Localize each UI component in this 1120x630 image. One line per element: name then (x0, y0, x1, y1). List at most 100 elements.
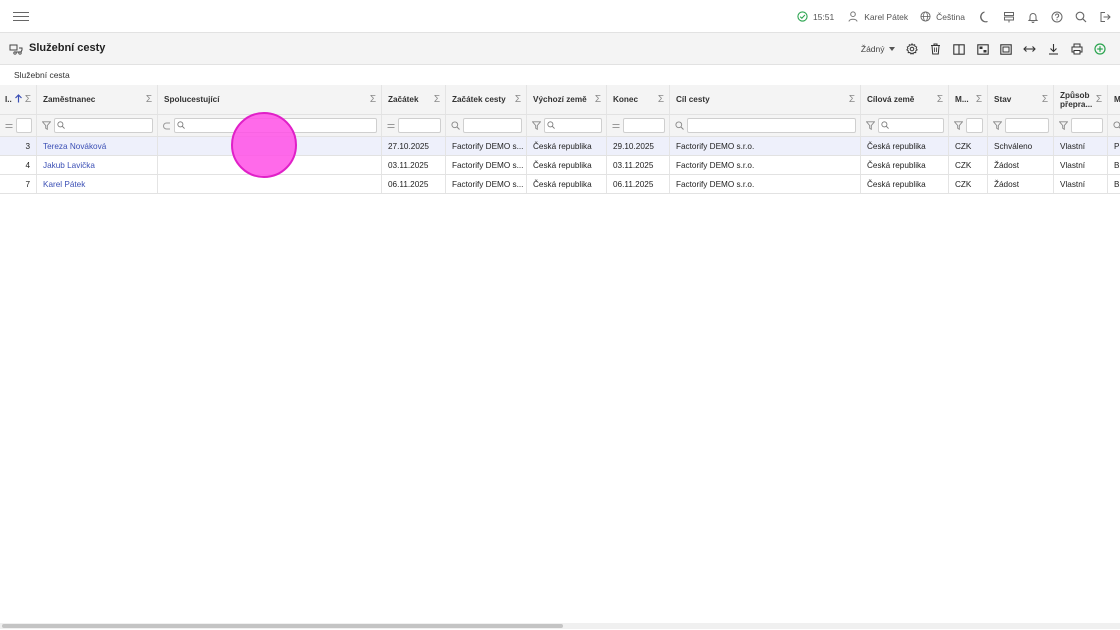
fit-columns-button[interactable] (1018, 33, 1042, 65)
layout-button[interactable] (971, 33, 995, 65)
column-header-employee[interactable]: Zaměstnanec Σ (37, 85, 158, 114)
frame-icon (1000, 43, 1012, 55)
hamburger-menu-icon[interactable] (13, 9, 29, 23)
notifications-button[interactable] (1021, 0, 1045, 33)
filter-funnel-icon[interactable] (42, 121, 51, 130)
column-header-origin_country[interactable]: Výchozí země Σ (527, 85, 607, 114)
sum-icon[interactable]: Σ (25, 94, 31, 105)
section-label: Služební cesta (14, 70, 70, 80)
column-header-end[interactable]: Konec Σ (607, 85, 670, 114)
filter-input-transport[interactable] (1071, 118, 1103, 133)
column-header-transport[interactable]: Způsob přepra... Σ (1054, 85, 1108, 114)
cell-start: 03.11.2025 (382, 156, 446, 174)
sum-icon[interactable]: Σ (595, 94, 601, 105)
sum-icon[interactable]: Σ (658, 94, 664, 105)
filter-cell-status (988, 115, 1054, 136)
filter-funnel-icon[interactable] (532, 121, 541, 130)
topbar-right: 15:51 Karel Pátek Čeština (797, 0, 1120, 33)
filter-input-id[interactable] (16, 118, 32, 133)
column-header-trip_start[interactable]: Začátek cesty Σ (446, 85, 527, 114)
filter-funnel-icon[interactable] (1059, 121, 1068, 130)
filter-input-trip_start[interactable] (463, 118, 522, 133)
print-button[interactable] (1065, 33, 1089, 65)
filter-funnel-icon[interactable] (866, 121, 875, 130)
column-header-id[interactable]: I.. Σ (0, 85, 37, 114)
sum-icon[interactable]: Σ (849, 94, 855, 105)
cell-status: Schváleno (988, 137, 1054, 155)
user-menu[interactable]: Karel Pátek (848, 0, 908, 33)
cell-employee[interactable]: Tereza Nováková (37, 137, 158, 155)
cell-employee[interactable]: Jakub Lavička (37, 156, 158, 174)
delete-button[interactable] (924, 33, 948, 65)
scrollbar-thumb[interactable] (2, 624, 563, 628)
cell-trip_start: Factorify DEMO s... (446, 156, 527, 174)
sum-icon[interactable]: Σ (1042, 94, 1048, 105)
filter-input-employee[interactable] (54, 118, 153, 133)
cell-end: 03.11.2025 (607, 156, 670, 174)
cell-destination: Factorify DEMO s.r.o. (670, 137, 861, 155)
filter-subset-icon[interactable] (163, 122, 171, 130)
filter-input-currency[interactable] (966, 118, 983, 133)
filter-input-destination[interactable] (687, 118, 856, 133)
sum-icon[interactable]: Σ (370, 94, 376, 105)
cell-extra: Br (1108, 175, 1120, 193)
cell-origin_country: Česká republika (527, 156, 607, 174)
sum-icon[interactable]: Σ (434, 94, 440, 105)
tasks-button[interactable] (997, 0, 1021, 33)
column-header-status[interactable]: Stav Σ (988, 85, 1054, 114)
split-view-button[interactable] (948, 33, 972, 65)
help-button[interactable] (1045, 0, 1069, 33)
logout-button[interactable] (1093, 0, 1117, 33)
filter-eq-icon[interactable] (5, 123, 13, 129)
cell-employee[interactable]: Karel Pátek (37, 175, 158, 193)
filter-input-wrap (54, 118, 157, 133)
column-header-destination_country[interactable]: Cílová země Σ (861, 85, 949, 114)
click-indicator (231, 112, 297, 178)
filter-search-icon[interactable] (451, 121, 460, 130)
sum-icon[interactable]: Σ (146, 94, 152, 105)
cell-end: 06.11.2025 (607, 175, 670, 193)
filter-funnel-icon[interactable] (993, 121, 1002, 130)
fullscreen-button[interactable] (995, 33, 1019, 65)
preset-select[interactable]: Žádný (861, 44, 895, 54)
sum-icon[interactable]: Σ (976, 94, 982, 105)
filter-search-icon[interactable] (675, 121, 684, 130)
plus-circle-icon (1094, 43, 1106, 55)
sum-icon[interactable]: Σ (937, 94, 943, 105)
horizontal-scrollbar[interactable] (0, 623, 1120, 629)
filter-eq-icon[interactable] (612, 123, 620, 129)
cell-transport: Vlastní (1054, 175, 1108, 193)
sum-icon[interactable]: Σ (515, 94, 521, 105)
filter-funnel-icon[interactable] (954, 121, 963, 130)
column-header-start[interactable]: Začátek Σ (382, 85, 446, 114)
column-header-extra[interactable]: M (1108, 85, 1120, 114)
filter-cell-employee (37, 115, 158, 136)
sum-icon[interactable]: Σ (1096, 94, 1102, 105)
column-header-currency[interactable]: M... Σ (949, 85, 988, 114)
table-row[interactable]: 3 Tereza Nováková 27.10.2025 Factorify DEMO… (0, 137, 1120, 156)
filter-search-icon[interactable] (1113, 121, 1120, 130)
column-header-destination[interactable]: Cíl cesty Σ (670, 85, 861, 114)
filter-eq-icon[interactable] (387, 123, 395, 129)
sort-ascending-icon[interactable] (14, 94, 23, 105)
add-button[interactable] (1089, 33, 1113, 65)
search-icon (177, 121, 185, 131)
table-row[interactable]: 4 Jakub Lavička 03.11.2025 Factorify DEMO s… (0, 156, 1120, 175)
cell-trip_start: Factorify DEMO s... (446, 137, 527, 155)
export-button[interactable] (1042, 33, 1066, 65)
cell-status: Žádost (988, 156, 1054, 174)
global-search-button[interactable] (1069, 0, 1093, 33)
filter-input-status[interactable] (1005, 118, 1049, 133)
dark-mode-button[interactable] (973, 0, 997, 33)
cell-extra: Pr (1108, 137, 1120, 155)
settings-button[interactable] (901, 33, 925, 65)
column-header-label: Začátek (388, 95, 419, 104)
page-title: Služební cesty (29, 42, 106, 54)
filter-input-start[interactable] (398, 118, 441, 133)
column-header-companions[interactable]: Spolucestující Σ (158, 85, 382, 114)
column-header-label: Cílová země (867, 95, 915, 104)
table-row[interactable]: 7 Karel Pátek 06.11.2025 Factorify DEMO s..… (0, 175, 1120, 194)
filter-input-end[interactable] (623, 118, 665, 133)
search-icon (547, 121, 555, 131)
language-menu[interactable]: Čeština (920, 0, 965, 33)
